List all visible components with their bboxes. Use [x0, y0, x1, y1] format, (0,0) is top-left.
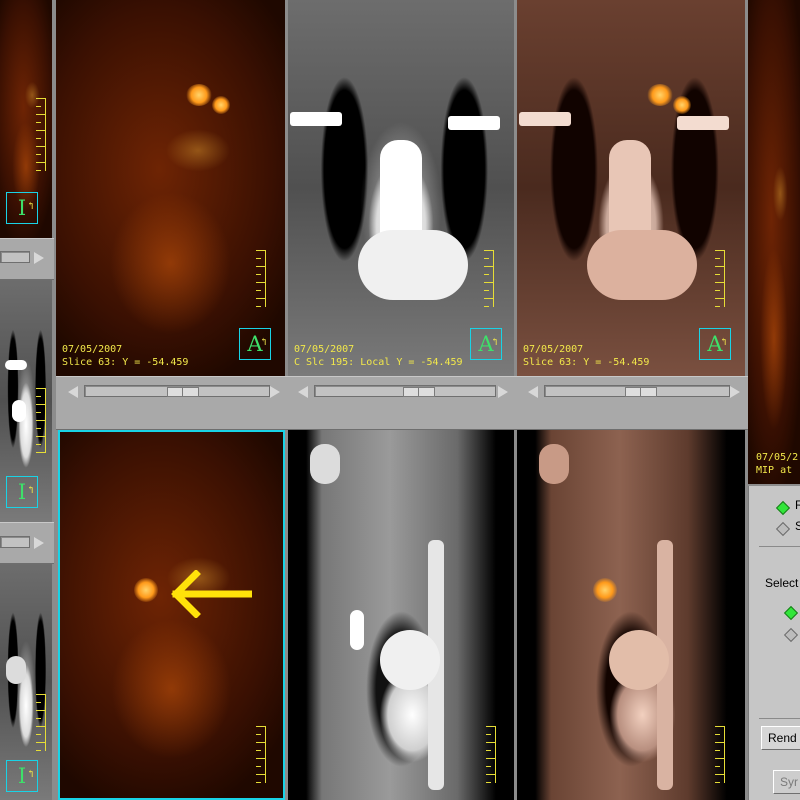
- orientation-marker[interactable]: I ↰: [6, 476, 38, 508]
- mip-viewport[interactable]: 07/05/2 MIP at: [748, 0, 800, 484]
- slice-scrollbar[interactable]: [0, 251, 30, 263]
- scale-ruler: [484, 250, 494, 314]
- orientation-label: I: [17, 480, 27, 504]
- aortic-arch-structure: [609, 630, 669, 690]
- aortic-arch-structure: [380, 630, 440, 690]
- scale-ruler: [36, 388, 46, 460]
- uptake-focus: [593, 578, 617, 602]
- uptake-focus: [673, 96, 691, 114]
- scroll-right-arrow[interactable]: [730, 386, 740, 398]
- heart-structure: [587, 230, 697, 300]
- sagittal-ct-viewport[interactable]: [288, 430, 514, 800]
- sync-button[interactable]: Syr: [773, 770, 800, 794]
- scroll-thumb[interactable]: [403, 387, 435, 397]
- study-date: 07/05/2: [756, 452, 799, 463]
- scroll-thumb[interactable]: [625, 387, 657, 397]
- select-option-2[interactable]: [783, 627, 799, 643]
- orientation-marker[interactable]: A ↰: [470, 328, 502, 360]
- scale-ruler: [256, 726, 266, 790]
- control-panel: R S Select Rend Syr: [748, 486, 800, 800]
- rib-structure: [5, 360, 27, 370]
- sagittal-pet-viewport[interactable]: [58, 430, 285, 800]
- scroll-right-arrow[interactable]: [34, 252, 44, 264]
- left-viewport-ct-lower[interactable]: I ↰: [0, 564, 52, 800]
- rib-structure: [12, 400, 26, 422]
- left-mid-scroll-strip: [0, 522, 54, 564]
- sternum-structure: [350, 610, 364, 650]
- orientation-marker[interactable]: A ↰: [239, 328, 271, 360]
- rotate-icon: ↰: [26, 201, 35, 212]
- slice-info: C Slc 195: Local Y = -54.459: [294, 357, 463, 368]
- radio-option-2-label: S: [795, 519, 800, 533]
- uptake-focus: [212, 96, 230, 114]
- coronal-pet-viewport[interactable]: A ↰ 07/05/2007 Slice 63: Y = -54.459: [56, 0, 285, 376]
- vertebra-structure: [6, 656, 26, 684]
- clavicle-structure: [290, 112, 342, 126]
- select-label: Select: [765, 576, 799, 590]
- rotate-icon: ↰: [719, 337, 728, 348]
- mip-caption: MIP at: [756, 465, 793, 476]
- arrow-left-icon: [171, 570, 252, 618]
- heart-structure: [358, 230, 468, 300]
- scale-ruler: [256, 250, 266, 314]
- clavicle-structure: [448, 116, 500, 130]
- scale-ruler: [486, 726, 496, 790]
- study-date: 07/05/2007: [62, 344, 123, 355]
- clavicle-structure: [519, 112, 571, 126]
- scale-ruler: [36, 694, 46, 758]
- clavicle-structure: [677, 116, 729, 130]
- scroll-right-arrow[interactable]: [498, 386, 508, 398]
- select-option-1[interactable]: [783, 605, 799, 621]
- slice-scrollbar[interactable]: [314, 385, 496, 397]
- scroll-left-arrow[interactable]: [528, 386, 538, 398]
- scale-ruler: [715, 726, 725, 790]
- orientation-marker[interactable]: A ↰: [699, 328, 731, 360]
- orientation-label: I: [17, 196, 27, 220]
- uptake-focus: [186, 84, 212, 106]
- uptake-focus: [647, 84, 673, 106]
- scroll-right-arrow[interactable]: [34, 537, 44, 549]
- coronal-scroll-strip: [56, 376, 748, 430]
- render-button[interactable]: Rend: [761, 726, 800, 750]
- orientation-label: I: [17, 764, 27, 788]
- scroll-left-arrow[interactable]: [68, 386, 78, 398]
- slice-scrollbar[interactable]: [84, 385, 270, 397]
- radio-option-2[interactable]: [775, 521, 791, 537]
- slice-scrollbar[interactable]: [0, 536, 30, 548]
- uptake-focus: [134, 578, 158, 602]
- rotate-icon: ↰: [259, 337, 268, 348]
- coronal-ct-viewport[interactable]: A ↰ 07/05/2007 C Slc 195: Local Y = -54.4…: [288, 0, 514, 376]
- scroll-thumb[interactable]: [167, 387, 199, 397]
- study-date: 07/05/2007: [523, 344, 584, 355]
- divider: [759, 546, 800, 547]
- divider: [759, 718, 800, 719]
- sagittal-fused-viewport[interactable]: [517, 430, 745, 800]
- orientation-marker[interactable]: I ↰: [6, 760, 38, 792]
- slice-info: Slice 63: Y = -54.459: [523, 357, 650, 368]
- scale-ruler: [36, 98, 46, 178]
- radio-option-1-label: R: [795, 498, 800, 512]
- mandible-structure: [310, 444, 340, 484]
- orientation-marker[interactable]: I ↰: [6, 192, 38, 224]
- rotate-icon: ↰: [26, 769, 35, 780]
- study-date: 07/05/2007: [294, 344, 355, 355]
- slice-info: Slice 63: Y = -54.459: [62, 357, 189, 368]
- radio-option-1[interactable]: [775, 500, 791, 516]
- mandible-structure: [539, 444, 569, 484]
- rotate-icon: ↰: [26, 485, 35, 496]
- left-top-scroll-strip: [0, 238, 54, 280]
- scroll-left-arrow[interactable]: [298, 386, 308, 398]
- rotate-icon: ↰: [490, 337, 499, 348]
- coronal-fused-viewport[interactable]: A ↰ 07/05/2007 Slice 63: Y = -54.459: [517, 0, 745, 376]
- slice-scrollbar[interactable]: [544, 385, 730, 397]
- left-viewport-ct[interactable]: I ↰: [0, 280, 52, 522]
- left-viewport-pet[interactable]: I ↰: [0, 0, 52, 238]
- scale-ruler: [715, 250, 725, 314]
- scroll-right-arrow[interactable]: [270, 386, 280, 398]
